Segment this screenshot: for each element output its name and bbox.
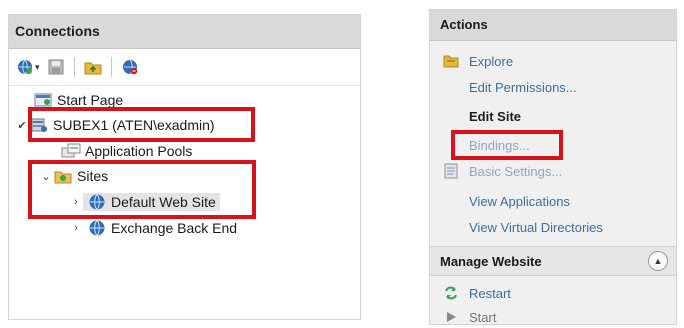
actions-title: Actions bbox=[430, 10, 676, 41]
tree-item-label: SUBEX1 (ATEN\exadmin) bbox=[53, 117, 215, 133]
server-icon bbox=[29, 116, 49, 134]
tree-item-start-page[interactable]: Start Page bbox=[33, 88, 123, 112]
view-applications-link[interactable]: View Applications bbox=[430, 190, 676, 212]
manage-website-title: Manage Website bbox=[440, 253, 542, 269]
tree-item-label: Start Page bbox=[57, 92, 124, 108]
actions-panel: Actions Explore Edit Permissions... Edit… bbox=[429, 9, 677, 325]
restart-icon bbox=[440, 285, 462, 301]
tree-item-sites[interactable]: ⌄ Sites bbox=[39, 164, 108, 188]
toolbar-separator bbox=[110, 57, 112, 77]
restart-link[interactable]: Restart bbox=[430, 282, 676, 304]
globe-disconnect-icon[interactable] bbox=[120, 57, 140, 77]
globe-connect-icon[interactable] bbox=[15, 57, 35, 77]
edit-permissions-link[interactable]: Edit Permissions... bbox=[430, 76, 676, 98]
folder-up-icon[interactable] bbox=[83, 57, 103, 77]
tree-item-application-pools[interactable]: Application Pools bbox=[61, 139, 192, 163]
connections-panel: Connections ▾ Start Page ✔ SUBEX1 (ATEN\… bbox=[8, 14, 361, 320]
tree-item-default-web-site[interactable]: › Default Web Site bbox=[69, 190, 220, 214]
connections-toolbar: ▾ bbox=[9, 49, 360, 86]
explore-folder-icon bbox=[440, 53, 462, 69]
chevron-down-icon[interactable]: ✔ bbox=[15, 119, 29, 132]
bindings-link[interactable]: Bindings... bbox=[430, 134, 676, 156]
website-globe-icon bbox=[87, 193, 107, 211]
selected-node[interactable]: Default Web Site bbox=[83, 193, 220, 211]
website-globe-icon bbox=[87, 219, 107, 237]
collapse-icon[interactable]: ▲ bbox=[648, 251, 668, 271]
toolbar-separator bbox=[73, 57, 75, 77]
chevron-down-icon[interactable]: ▾ bbox=[35, 62, 40, 73]
edit-site-heading: Edit Site bbox=[469, 109, 522, 124]
play-icon bbox=[440, 311, 462, 323]
explore-link[interactable]: Explore bbox=[430, 50, 676, 72]
settings-page-icon bbox=[440, 163, 462, 179]
tree-item-label: Sites bbox=[77, 168, 109, 184]
chevron-down-icon[interactable]: ⌄ bbox=[39, 170, 53, 183]
sites-folder-icon bbox=[53, 167, 73, 185]
start-page-icon bbox=[33, 91, 53, 109]
tree-item-label: Default Web Site bbox=[111, 194, 216, 210]
tree-item-label: Exchange Back End bbox=[111, 220, 238, 236]
tree-item-label: Application Pools bbox=[85, 143, 193, 159]
tree-item-server[interactable]: ✔ SUBEX1 (ATEN\exadmin) bbox=[15, 113, 215, 137]
app-pools-icon bbox=[61, 142, 81, 160]
manage-website-section[interactable]: Manage Website ▲ bbox=[430, 246, 676, 276]
save-icon[interactable] bbox=[46, 57, 66, 77]
chevron-right-icon[interactable]: › bbox=[69, 196, 83, 208]
tree-item-exchange-back-end[interactable]: › Exchange Back End bbox=[69, 216, 241, 240]
chevron-right-icon[interactable]: › bbox=[69, 222, 83, 234]
connections-title: Connections bbox=[9, 15, 360, 49]
basic-settings-link[interactable]: Basic Settings... bbox=[430, 160, 676, 182]
view-virtual-directories-link[interactable]: View Virtual Directories bbox=[430, 216, 676, 238]
